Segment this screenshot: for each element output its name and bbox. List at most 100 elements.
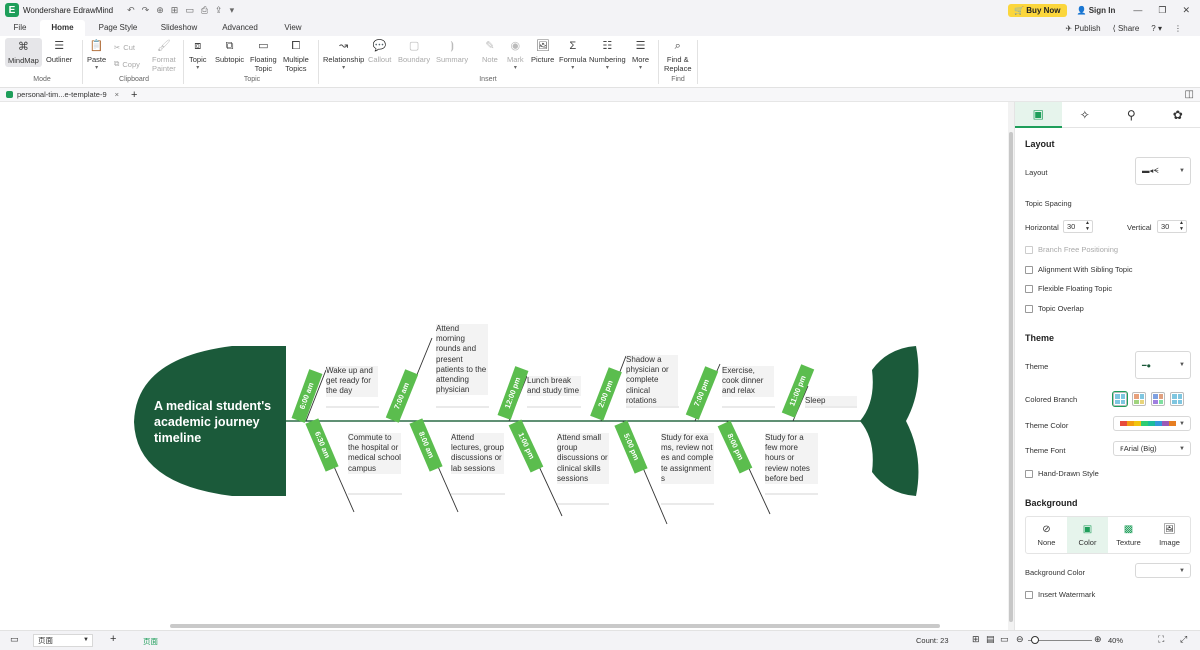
mark-button[interactable]: ◉ Mark ▾ <box>507 39 524 73</box>
fullscreen-icon[interactable]: ⤢ <box>1180 634 1187 645</box>
formula-button[interactable]: Σ Formula ▾ <box>559 39 587 73</box>
central-topic-title[interactable]: A medical student's academic journey tim… <box>154 398 284 446</box>
colored-branch-option-3[interactable] <box>1151 392 1165 406</box>
zoom-slider-thumb[interactable] <box>1031 636 1039 644</box>
relationship-button[interactable]: ↝ Relationship ▾ <box>323 39 364 73</box>
topic-upper-6[interactable]: Sleep <box>805 396 857 407</box>
layout-dropdown[interactable]: ▬◂ᗕ ▼ <box>1135 157 1191 185</box>
undo-icon[interactable]: ↶ <box>127 5 135 16</box>
zoom-slider[interactable] <box>1028 636 1092 644</box>
theme-dropdown[interactable]: ━● ▼ <box>1135 351 1191 379</box>
background-color-option[interactable]: ▣ Color <box>1067 517 1108 553</box>
menu-page-style[interactable]: Page Style <box>85 20 151 36</box>
outline-view-icon[interactable]: ▤ <box>986 634 995 645</box>
panel-tab-style[interactable]: ▣ <box>1015 102 1062 128</box>
topic-lower-4[interactable]: Study for exams, review notes and comple… <box>661 433 714 485</box>
background-texture-option[interactable]: ▩ Texture <box>1108 517 1149 553</box>
zoom-level[interactable]: 40% <box>1108 636 1123 645</box>
customize-icon[interactable]: ▾ <box>230 5 235 16</box>
fit-screen-icon[interactable]: ⛶ <box>1158 634 1164 645</box>
menu-file[interactable]: File <box>0 20 40 36</box>
find-replace-button[interactable]: ⌕ Find & Replace <box>664 39 692 73</box>
insert-watermark-checkbox[interactable]: Insert Watermark <box>1025 590 1095 599</box>
menu-home[interactable]: Home <box>40 20 85 36</box>
print-icon[interactable]: ⎙ <box>201 5 208 16</box>
share-button[interactable]: ⟨ Share <box>1113 24 1140 33</box>
colored-branch-option-4[interactable] <box>1170 392 1184 406</box>
alignment-checkbox[interactable]: Alignment With Sibling Topic <box>1025 265 1133 274</box>
vertical-spacing-input[interactable]: 30 ▲ ▼ <box>1157 220 1187 233</box>
flexible-floating-checkbox[interactable]: Flexible Floating Topic <box>1025 284 1112 293</box>
topic-lower-5[interactable]: Study for a few more hours or review not… <box>765 433 818 485</box>
topic-lower-1[interactable]: Commute to the hospital or medical schoo… <box>348 433 401 474</box>
export-icon[interactable]: ⇪ <box>215 5 223 16</box>
topic-upper-1[interactable]: Wake up and get ready for the day <box>326 366 378 397</box>
picture-button[interactable]: 🖼 Picture <box>531 39 554 64</box>
panel-tab-settings[interactable]: ✿ <box>1155 102 1200 128</box>
close-icon[interactable]: ✕ <box>1182 5 1190 16</box>
cut-button[interactable]: ✂ Cut <box>114 43 135 52</box>
buy-now-button[interactable]: 🛒 Buy Now <box>1008 3 1067 17</box>
copy-button[interactable]: ⧉ Copy <box>114 59 140 69</box>
new-icon[interactable]: ⊕ <box>156 5 164 16</box>
colored-branch-option-2[interactable] <box>1132 392 1146 406</box>
topic-lower-3[interactable]: Attend small group discussions or clinic… <box>557 433 609 485</box>
colored-branch-option-1[interactable] <box>1112 391 1128 407</box>
minimize-icon[interactable]: — <box>1133 5 1142 16</box>
menu-advanced[interactable]: Advanced <box>207 20 273 36</box>
horizontal-spacing-input[interactable]: 30 ▲ ▼ <box>1063 220 1093 233</box>
numbering-button[interactable]: ☷ Numbering ▾ <box>589 39 626 73</box>
open-icon[interactable]: ⊞ <box>171 5 179 16</box>
publish-button[interactable]: ✈ Publish <box>1065 24 1100 33</box>
redo-icon[interactable]: ↷ <box>142 5 150 16</box>
theme-font-dropdown[interactable]: ꜰ Arial (Big) ▼ <box>1113 441 1191 456</box>
branch-free-checkbox[interactable]: Branch Free Positioning <box>1025 245 1118 254</box>
more-button[interactable]: ☰ More ▾ <box>632 39 649 73</box>
zoom-in-icon[interactable]: ⊕ <box>1094 634 1102 645</box>
background-image-option[interactable]: 🖼 Image <box>1149 517 1190 553</box>
theme-color-dropdown[interactable]: ▼ <box>1113 416 1191 431</box>
topic-upper-3[interactable]: Lunch break and study time <box>527 376 581 397</box>
topic-upper-2[interactable]: Attend morning rounds and present patien… <box>436 324 488 396</box>
vertical-scroll-thumb[interactable] <box>1009 132 1013 622</box>
close-tab-icon[interactable]: × <box>115 90 119 99</box>
help-button[interactable]: ? ▾ <box>1151 24 1162 33</box>
add-page-icon[interactable]: + <box>110 633 116 645</box>
callout-button[interactable]: 💬 Callout <box>368 39 391 64</box>
topic-overlap-checkbox[interactable]: Topic Overlap <box>1025 304 1084 313</box>
panel-tab-ai[interactable]: ✧ <box>1062 102 1109 128</box>
add-tab-icon[interactable]: + <box>131 89 137 101</box>
subtopic-button[interactable]: ⧉ Subtopic <box>215 39 244 64</box>
zoom-out-icon[interactable]: ⊖ <box>1016 634 1024 645</box>
page-layout-icon[interactable]: ▭ <box>10 634 19 645</box>
spinner-icon[interactable]: ▲ ▼ <box>1179 220 1184 232</box>
boundary-button[interactable]: ▢ Boundary <box>398 39 430 64</box>
menu-view[interactable]: View <box>273 20 313 36</box>
mindmap-button[interactable]: ⌘ MindMap <box>5 38 42 67</box>
more-options-icon[interactable]: ⋮ <box>1174 24 1182 33</box>
paste-button[interactable]: 📋 Paste ▾ <box>87 39 106 73</box>
menu-slideshow[interactable]: Slideshow <box>151 20 207 36</box>
document-tab[interactable]: personal-tim...e-template-9 × <box>6 90 119 99</box>
multiple-topics-button[interactable]: ⧠ Multiple Topics <box>283 39 309 73</box>
topic-upper-4[interactable]: Shadow a physician or complete clinical … <box>626 355 678 407</box>
page-tab[interactable]: 页面 <box>143 636 158 647</box>
panel-toggle-icon[interactable]: ◫ <box>1185 89 1194 100</box>
hand-drawn-checkbox[interactable]: Hand-Drawn Style <box>1025 469 1099 478</box>
background-color-dropdown[interactable]: ▼ <box>1135 563 1191 578</box>
format-painter-button[interactable]: 🖌 Format Painter <box>152 39 176 73</box>
note-button[interactable]: ✎ Note <box>482 39 498 64</box>
outliner-button[interactable]: ☰ Outliner <box>46 39 72 64</box>
canvas[interactable]: A medical student's academic journey tim… <box>0 102 1008 630</box>
fit-page-icon[interactable]: ⊞ <box>972 634 980 645</box>
summary-button[interactable]: ⦘ Summary <box>436 39 468 64</box>
spinner-icon[interactable]: ▲ ▼ <box>1085 220 1090 232</box>
floating-topic-button[interactable]: ▭ Floating Topic <box>250 39 277 73</box>
sign-in-button[interactable]: 👤 Sign In <box>1077 6 1116 15</box>
topic-button[interactable]: ⧈ Topic ▾ <box>189 39 207 73</box>
background-none-option[interactable]: ⊘ None <box>1026 517 1067 553</box>
slideshow-icon[interactable]: ▭ <box>1000 634 1009 645</box>
topic-lower-2[interactable]: Attend lectures, group discussions or la… <box>451 433 504 474</box>
save-icon[interactable]: ▭ <box>185 5 194 16</box>
panel-tab-mark[interactable]: ⚲ <box>1108 102 1155 128</box>
